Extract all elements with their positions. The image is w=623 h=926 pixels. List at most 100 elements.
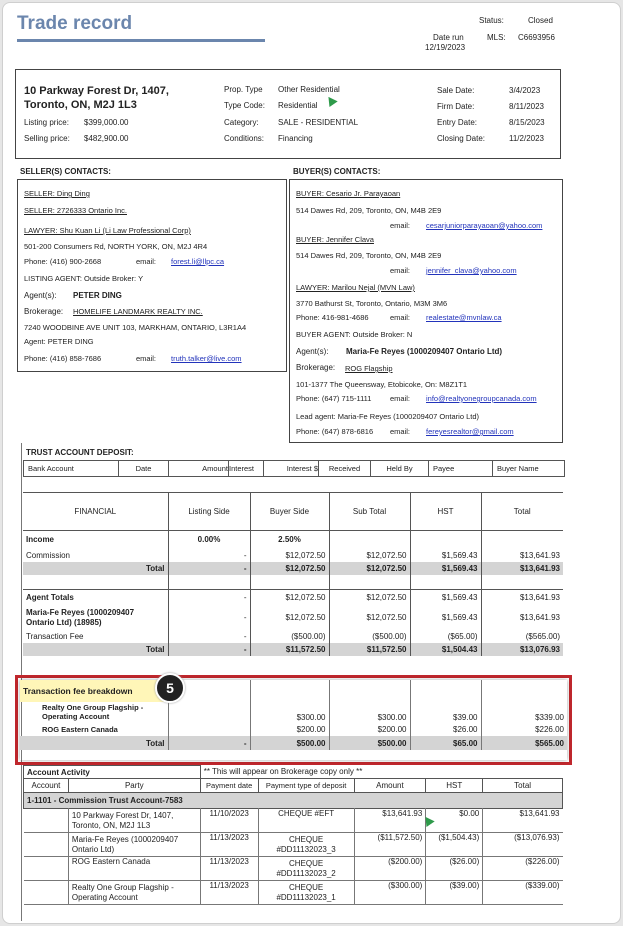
commission-subtotal: $12,072.50: [329, 548, 411, 562]
mouse-cursor-icon: [324, 93, 338, 108]
activity-row-amount: $13,641.93: [354, 808, 427, 833]
buyer-lawyer: LAWYER: Marilou Nejal (MVN Law): [296, 283, 415, 292]
income-buyer-side: 2.50%: [250, 530, 330, 549]
property-address-line2: Toronto, ON, M2J 1L3: [24, 99, 137, 111]
activity-row-party-line2: Operating Account: [71, 892, 138, 902]
listing-price-value: $399,000.00: [84, 118, 129, 127]
activity-row-date: 11/13/2023: [200, 832, 259, 857]
income-total-label: Total: [23, 561, 169, 575]
activity-row-type-line2: #DD11132023_2: [276, 868, 336, 878]
activity-row: Maria-Fe Reyes (1000209407 Ontario Ltd) …: [23, 832, 563, 857]
trust-col-interest: Interest: [228, 460, 264, 477]
seller-contacts-heading: SELLER(S) CONTACTS:: [20, 167, 111, 176]
selling-price-value: $482,900.00: [84, 134, 129, 143]
activity-row-type-line1: CHEQUE: [288, 882, 324, 892]
breakdown-row2-total: $226.00: [535, 724, 564, 734]
fin-col-buyer-side: Buyer Side: [250, 492, 330, 531]
agent-detail-row: Maria-Fe Reyes (1000209407 Ontario Ltd) …: [23, 605, 563, 630]
activity-row-party-line1: Maria-Fe Reyes (1000209407: [71, 834, 179, 844]
date-run-label: Date run: [433, 33, 464, 42]
buyer-2-address: 514 Dawes Rd, 209, Toronto, ON, M4B 2E9: [296, 251, 442, 260]
closing-date-value: 11/2/2023: [509, 134, 544, 143]
seller-agent-email-link[interactable]: truth.talker@live.com: [171, 354, 242, 363]
conditions-label: Conditions:: [224, 134, 265, 143]
date-run-value: 12/19/2023: [425, 43, 466, 52]
buyer-lawyer-email-label: email:: [390, 313, 411, 322]
buyer-lawyer-phone: Phone: 416-981-4686: [296, 313, 369, 322]
closing-date-label: Closing Date:: [437, 134, 486, 143]
agent-detail-line1: Maria-Fe Reyes (1000209407: [26, 607, 135, 617]
seller-lawyer-email-link[interactable]: forest.li@llpc.ca: [171, 257, 224, 266]
seller-lawyer-phone: Phone: (416) 900-2668: [24, 257, 102, 266]
trust-deposit-table: Bank Account Date Amount Interest Intere…: [23, 460, 565, 477]
breakdown-total-hst: $65.00: [410, 736, 482, 750]
lead-agent-email-link[interactable]: fereyesrealtor@gmail.com: [426, 427, 514, 436]
commission-buyer: $12,072.50: [250, 548, 330, 562]
buyer-lawyer-address: 3770 Bathurst St, Toronto, Ontario, M3M …: [296, 299, 448, 308]
transaction-fee-subtotal: ($500.00): [329, 629, 411, 643]
buyer-2-email-link[interactable]: jennifer_clava@yahoo.com: [426, 266, 517, 275]
seller-lawyer: LAWYER: Shu Kuan Li (Li Law Professional…: [24, 226, 191, 235]
buyer-brokerage-name: ROG Flagship: [345, 364, 393, 373]
agent-totals-buyer: $12,072.50: [250, 589, 330, 606]
seller-lawyer-address: 501-200 Consumers Rd, NORTH YORK, ON, M2…: [24, 242, 208, 251]
income-listing-side: 0.00%: [168, 530, 251, 549]
income-label: Income: [23, 530, 169, 549]
agent-total-row: Total - $11,572.50 $11,572.50 $1,504.43 …: [23, 642, 563, 656]
activity-row-party: 10 Parkway Forest Dr, 1407, Toronto, ON,…: [68, 808, 201, 833]
activity-col-amount: Amount: [354, 778, 427, 793]
trust-col-buyer-name: Buyer Name: [497, 464, 539, 473]
activity-row-type: CHEQUE #DD11132023_1: [258, 880, 355, 905]
transaction-fee-hst: ($65.00): [410, 629, 482, 643]
activity-row-amount: ($300.00): [354, 880, 427, 905]
activity-row-hst: ($26.00): [425, 856, 484, 881]
activity-row-party-line1: Realty One Group Flagship -: [71, 882, 174, 892]
breakdown-total-subtotal: $500.00: [329, 736, 411, 750]
buyer-brokerage-email-label: email:: [390, 394, 411, 403]
breakdown-table: Transaction fee breakdown Realty One Gro…: [20, 680, 567, 750]
agent-detail-total: $13,641.93: [519, 613, 560, 622]
breakdown-row2-buyer: $200.00: [250, 722, 330, 736]
step-badge: 5: [155, 673, 185, 703]
activity-row-total: $13,641.93: [519, 809, 560, 818]
seller-brokerage-name: HOMELIFE LANDMARK REALTY INC.: [73, 307, 203, 316]
breakdown-row1-label: Realty One Group Flagship - Operating Ac…: [20, 702, 169, 722]
breakdown-row1-line2: Operating Account: [42, 712, 110, 721]
status-label: Status:: [479, 16, 504, 25]
activity-row-party-line1: 10 Parkway Forest Dr, 1407,: [71, 810, 174, 820]
trust-col-interest-amount: Interest $: [263, 460, 319, 477]
commission-label: Commission: [23, 548, 169, 562]
activity-col-payment-type: Payment type of deposit: [258, 778, 355, 793]
activity-row-party-line2: Ontario Ltd): [71, 844, 115, 854]
agent-total-buyer: $11,572.50: [250, 642, 330, 656]
seller-brokerage-address: 7240 WOODBINE AVE UNIT 103, MARKHAM, ONT…: [24, 323, 247, 332]
agent-totals-total: $13,641.93: [519, 593, 560, 603]
agent-total-total: $13,076.93: [519, 644, 560, 654]
activity-row-type: CHEQUE #DD11132023_2: [258, 856, 355, 881]
activity-row: 10 Parkway Forest Dr, 1407, Toronto, ON,…: [23, 808, 563, 833]
account-activity-table: Account Activity ** This will appear on …: [23, 765, 563, 905]
buyer-1-email-link[interactable]: cesarjuniorparayaoan@yahoo.com: [426, 221, 542, 230]
activity-row-amount: ($11,572.50): [354, 832, 427, 857]
agent-detail-buyer: $12,072.50: [250, 605, 330, 630]
buyer-lawyer-email-link[interactable]: realestate@mvnlaw.ca: [426, 313, 502, 322]
buyer-1: BUYER: Cesario Jr. Parayaoan: [296, 189, 401, 198]
seller-1: SELLER: Ding Ding: [24, 189, 90, 198]
property-summary-box: 10 Parkway Forest Dr, 1407, Toronto, ON,…: [15, 69, 561, 159]
financial-table: FINANCIAL Listing Side Buyer Side Sub To…: [23, 492, 563, 656]
breakdown-row1-total: $339.00: [535, 713, 564, 722]
breakdown-row1-hst: $39.00: [410, 702, 482, 722]
lead-agent-email-label: email:: [390, 427, 411, 436]
activity-row-type: CHEQUE #DD11132023_3: [258, 832, 355, 857]
activity-row-type-line1: CHEQUE: [288, 858, 324, 868]
status-value: Closed: [528, 16, 553, 25]
commission-listing: -: [168, 548, 251, 562]
activity-account-group: 1-1101 - Commission Trust Account-7583: [27, 796, 183, 805]
trust-col-payee: Payee: [428, 460, 493, 477]
buyer-brokerage-email-link[interactable]: info@realtyonegroupcanada.com: [426, 394, 537, 403]
activity-row-total: ($339.00): [525, 881, 560, 890]
buyer-1-email-label: email:: [390, 221, 411, 230]
income-total-hst: $1,569.43: [410, 561, 482, 575]
transaction-fee-row: Transaction Fee - ($500.00) ($500.00) ($…: [23, 629, 563, 643]
income-total-row: Total - $12,072.50 $12,072.50 $1,569.43 …: [23, 561, 563, 575]
